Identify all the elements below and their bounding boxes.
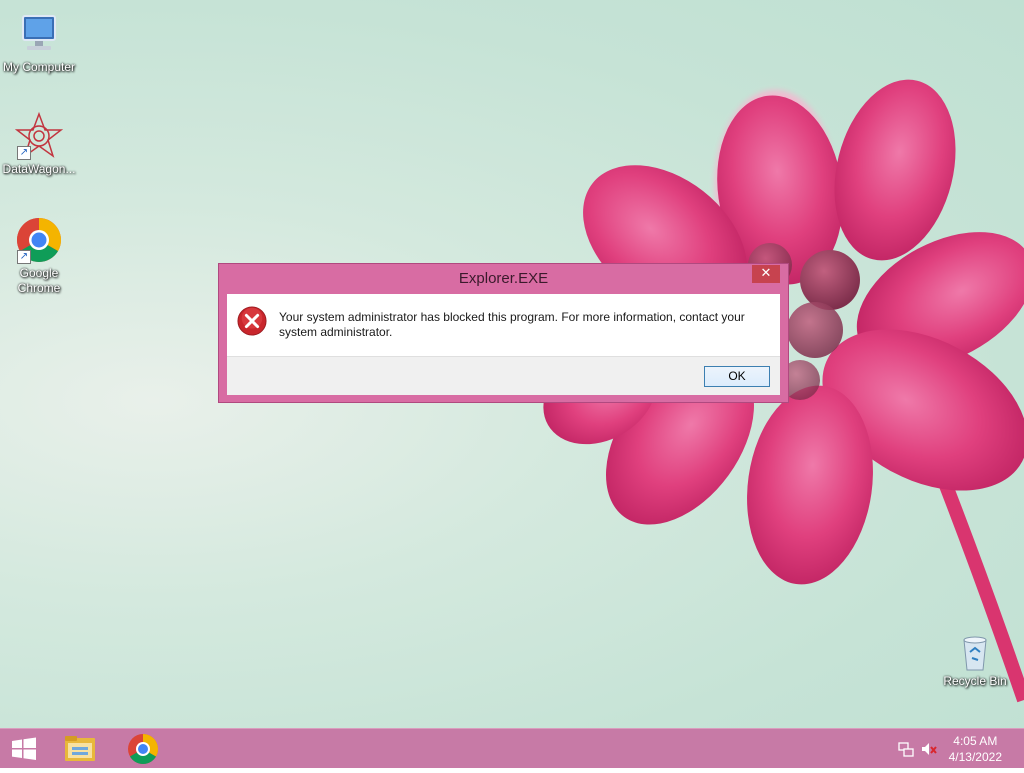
file-explorer-icon [65,736,95,761]
recycle-bin-icon [955,632,995,672]
clock-date: 4/13/2022 [948,750,1002,764]
computer-icon [15,10,63,58]
recycle-bin-desktop-icon[interactable]: Recycle Bin [937,632,1013,689]
start-button[interactable] [2,729,46,769]
my-computer-label: My Computer [2,60,76,74]
dialog-title: Explorer.EXE [458,270,549,287]
dialog-titlebar[interactable]: Explorer.EXE ✕ [219,264,788,293]
error-dialog: Explorer.EXE ✕ Your system administrator… [218,263,789,403]
file-explorer-taskbar-button[interactable] [58,729,102,769]
google-chrome-desktop-icon[interactable]: ↗ Google Chrome [1,216,77,296]
datawagon-icon: ↗ [14,111,64,160]
volume-muted-icon[interactable] [921,741,937,757]
close-icon: ✕ [760,266,772,281]
taskbar: 4:05 AM 4/13/2022 [0,728,1024,768]
google-chrome-label: Google Chrome [17,266,61,295]
windows-start-icon [12,737,36,760]
my-computer-desktop-icon[interactable]: My Computer [1,10,77,75]
message-area: Your system administrator has blocked th… [227,294,780,356]
datawagon-label: DataWagon... [2,162,76,176]
shortcut-arrow-icon: ↗ [17,250,31,264]
clock-time: 4:05 AM [953,734,998,748]
dialog-button-area: OK [227,356,780,395]
ok-button[interactable]: OK [704,366,770,387]
taskbar-clock[interactable]: 4:05 AM 4/13/2022 [949,733,1002,765]
dialog-message: Your system administrator has blocked th… [279,310,745,339]
network-icon[interactable] [898,741,914,757]
shortcut-arrow-icon: ↗ [17,146,31,160]
chrome-icon: ↗ [15,216,63,264]
dialog-content: Your system administrator has blocked th… [227,294,780,395]
close-button[interactable]: ✕ [752,265,780,283]
datawagon-desktop-icon[interactable]: ↗ DataWagon... [1,111,77,177]
error-icon [237,306,267,336]
chrome-icon [128,734,159,765]
desktop: My Computer ↗ DataWagon... ↗ Google Chro… [0,0,1024,728]
recycle-bin-label: Recycle Bin [943,674,1007,688]
chrome-taskbar-button[interactable] [121,729,165,769]
